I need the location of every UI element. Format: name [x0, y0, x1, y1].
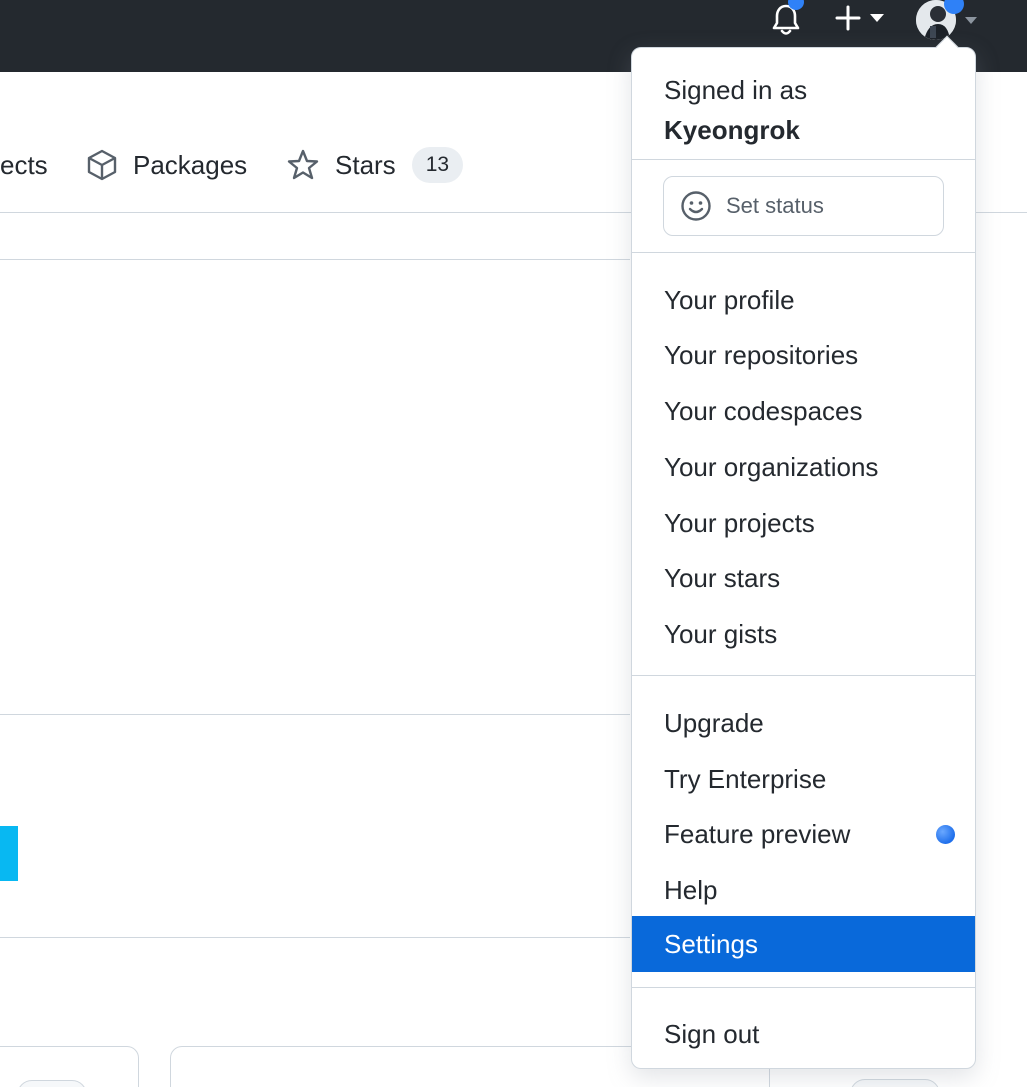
menu-item-label: Your organizations: [664, 451, 879, 482]
tab-projects[interactable]: ects: [0, 130, 48, 200]
tab-stars[interactable]: Stars 13: [287, 130, 464, 200]
menu-item-your-stars[interactable]: Your stars: [632, 550, 975, 606]
package-icon: [87, 149, 117, 181]
stars-counter: 13: [411, 147, 464, 183]
tab-label: ects: [0, 149, 48, 180]
menu-item-label: Help: [664, 874, 718, 905]
menu-item-sign-out[interactable]: Sign out: [632, 1006, 975, 1062]
menu-divider: [632, 675, 975, 676]
highlight-block: [0, 826, 18, 881]
menu-item-upgrade[interactable]: Upgrade: [632, 695, 975, 751]
user-dropdown-menu: Signed in as Kyeongrok Set status Your p…: [631, 35, 976, 1069]
menu-item-try-enterprise[interactable]: Try Enterprise: [632, 751, 975, 807]
signed-in-label: Signed in as: [664, 75, 808, 105]
menu-item-label: Your repositories: [664, 339, 859, 370]
menu-divider: [632, 252, 975, 253]
menu-item-label: Settings: [664, 928, 758, 959]
menu-item-your-organizations[interactable]: Your organizations: [632, 439, 975, 495]
section-divider: [0, 937, 630, 938]
tab-label: Stars: [335, 149, 396, 180]
tab-label: Packages: [133, 149, 248, 180]
notifications-button[interactable]: [764, 0, 808, 40]
repo-card[interactable]: [0, 1046, 139, 1087]
menu-item-label: Try Enterprise: [664, 763, 827, 794]
menu-divider: [632, 159, 975, 160]
menu-item-feature-preview[interactable]: Feature preview: [632, 806, 975, 862]
tab-packages[interactable]: Packages: [87, 130, 247, 200]
menu-item-your-profile[interactable]: Your profile: [632, 272, 975, 328]
menu-divider: [632, 987, 975, 988]
menu-item-label: Your stars: [664, 562, 781, 593]
menu-item-label: Feature preview: [664, 818, 851, 849]
profile-tabs: ects Packages Stars 13: [0, 130, 630, 200]
menu-item-label: Your codespaces: [664, 395, 863, 426]
menu-item-help[interactable]: Help: [632, 862, 975, 918]
star-icon: [287, 149, 319, 180]
plus-icon: [835, 5, 861, 31]
menu-item-label: Your gists: [664, 618, 778, 649]
section-divider: [0, 714, 630, 715]
menu-item-your-repositories[interactable]: Your repositories: [632, 327, 975, 383]
set-status-button[interactable]: Set status: [663, 176, 944, 236]
card-pill: [850, 1079, 940, 1087]
menu-item-label: Your projects: [664, 507, 815, 538]
menu-item-settings[interactable]: Settings: [632, 916, 975, 972]
user-menu-button[interactable]: [912, 0, 982, 40]
create-new-button[interactable]: [830, 0, 890, 36]
notification-indicator: [788, 0, 804, 10]
smiley-icon: [681, 191, 711, 221]
set-status-label: Set status: [726, 193, 824, 218]
menu-item-label: Your profile: [664, 284, 795, 315]
caret-down-icon: [870, 14, 884, 22]
section-divider: [0, 259, 630, 260]
card-pill: [17, 1080, 87, 1087]
signed-in-header: Signed in as Kyeongrok: [664, 70, 807, 150]
menu-item-your-gists[interactable]: Your gists: [632, 606, 975, 662]
caret-down-icon: [965, 16, 977, 24]
menu-item-label: Upgrade: [664, 707, 764, 738]
menu-item-your-projects[interactable]: Your projects: [632, 495, 975, 551]
status-indicator: [944, 0, 964, 14]
new-feature-dot: [936, 825, 955, 844]
menu-item-your-codespaces[interactable]: Your codespaces: [632, 383, 975, 439]
username[interactable]: Kyeongrok: [664, 110, 807, 150]
menu-item-label: Sign out: [664, 1018, 760, 1049]
